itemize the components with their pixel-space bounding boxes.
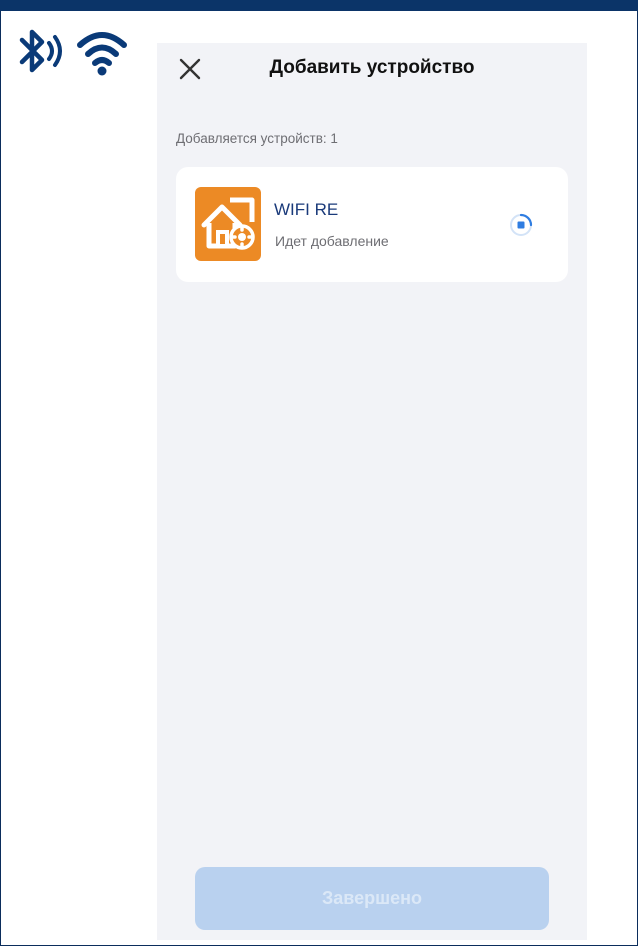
close-icon[interactable] [177,56,203,82]
smart-home-gear-icon [195,187,261,261]
bluetooth-icon [19,29,62,73]
page-title: Добавить устройство [269,57,475,78]
loading-spinner-icon [510,213,533,236]
wifi-icon [77,32,127,76]
add-device-screen: Добавить устройство Добавляется устройст… [157,43,587,940]
devices-count-label: Добавляется устройств: 1 [176,131,338,146]
device-name: WIFI RE [274,200,339,219]
connectivity-icons [19,29,127,76]
top-band [0,0,638,11]
device-status: Идет добавление [275,233,389,249]
done-button[interactable]: Завершено [195,867,549,930]
device-card[interactable]: WIFI RE Идет добавление [176,167,568,282]
